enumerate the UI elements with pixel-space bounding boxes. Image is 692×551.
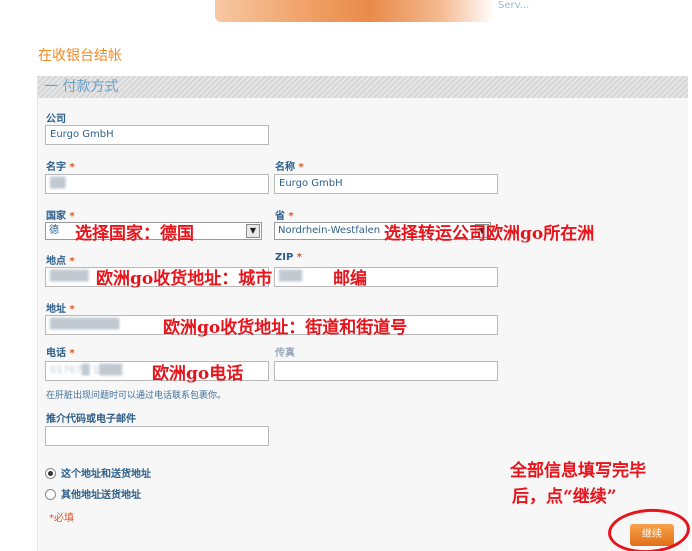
city-label: 地点 * [46,256,75,267]
fax-input[interactable] [274,361,498,381]
annotation-city: 欧洲go收货地址：城市 [96,269,273,289]
city-value: █████ [50,271,89,282]
zip-value: ███ [279,271,303,282]
first-name-label: 名字 * [46,162,75,173]
referral-input[interactable] [45,426,269,446]
radio-unchecked-icon[interactable] [45,488,56,500]
referral-label: 推介代码或电子邮件 [46,414,136,425]
zip-label: ZIP * [275,252,303,263]
company-input[interactable]: Eurgo GmbH [45,125,269,145]
chevron-down-icon[interactable]: ▼ [246,224,260,238]
state-label: 省 * [275,211,294,222]
state-value: Nordrhein-Westfalen [278,225,381,236]
checkout-page: Serv... 在收银台结帐 一 付款方式 公司 Eurgo GmbH 名字 *… [0,0,692,551]
annotation-state: 选择转运公司欧洲go所在洲 [384,224,595,244]
fax-label: 传真 [275,348,295,359]
name-input[interactable]: Eurgo GmbH [274,174,498,194]
country-value: 德 [49,225,59,236]
address-value: █████████ [50,319,120,330]
banner-right-text: Serv... [498,0,530,11]
payment-section-header[interactable]: 一 付款方式 [38,76,688,98]
radio-checked-icon[interactable] [45,467,56,479]
annotation-done-line1: 全部信息填写完毕 [510,461,646,481]
phone-value: 01767█ 1███ [50,365,123,376]
banner-image [215,0,495,22]
payment-section-title: 一 付款方式 [44,79,119,95]
phone-label: 电话 * [46,348,75,359]
name-label: 名称 * [275,162,304,173]
shipping-option-other-label: 其他地址送货地址 [61,490,141,501]
zip-input[interactable]: ███ [274,267,498,287]
annotation-done-line2: 后，点“继续” [512,487,617,507]
country-label: 国家 * [46,211,75,222]
phone-hint: 在肝脏出现问题时可以通过电话联系包裹你。 [46,391,227,401]
annotation-address: 欧洲go收货地址：街道和街道号 [163,318,408,338]
required-note: *必填 [49,513,74,524]
annotation-country: 选择国家：德国 [75,224,194,244]
company-label: 公司 [46,114,66,125]
shipping-option-other[interactable]: 其他地址送货地址 [45,486,141,501]
address-label: 地址 * [46,304,75,315]
annotation-zip: 邮编 [333,269,367,289]
page-title: 在收银台结帐 [38,48,122,64]
shipping-option-same-label: 这个地址和送货地址 [61,469,151,480]
shipping-option-same[interactable]: 这个地址和送货地址 [45,465,151,480]
first-name-input[interactable]: ██ [45,174,269,194]
annotation-phone: 欧洲go电话 [152,364,244,384]
first-name-value: ██ [50,178,66,189]
